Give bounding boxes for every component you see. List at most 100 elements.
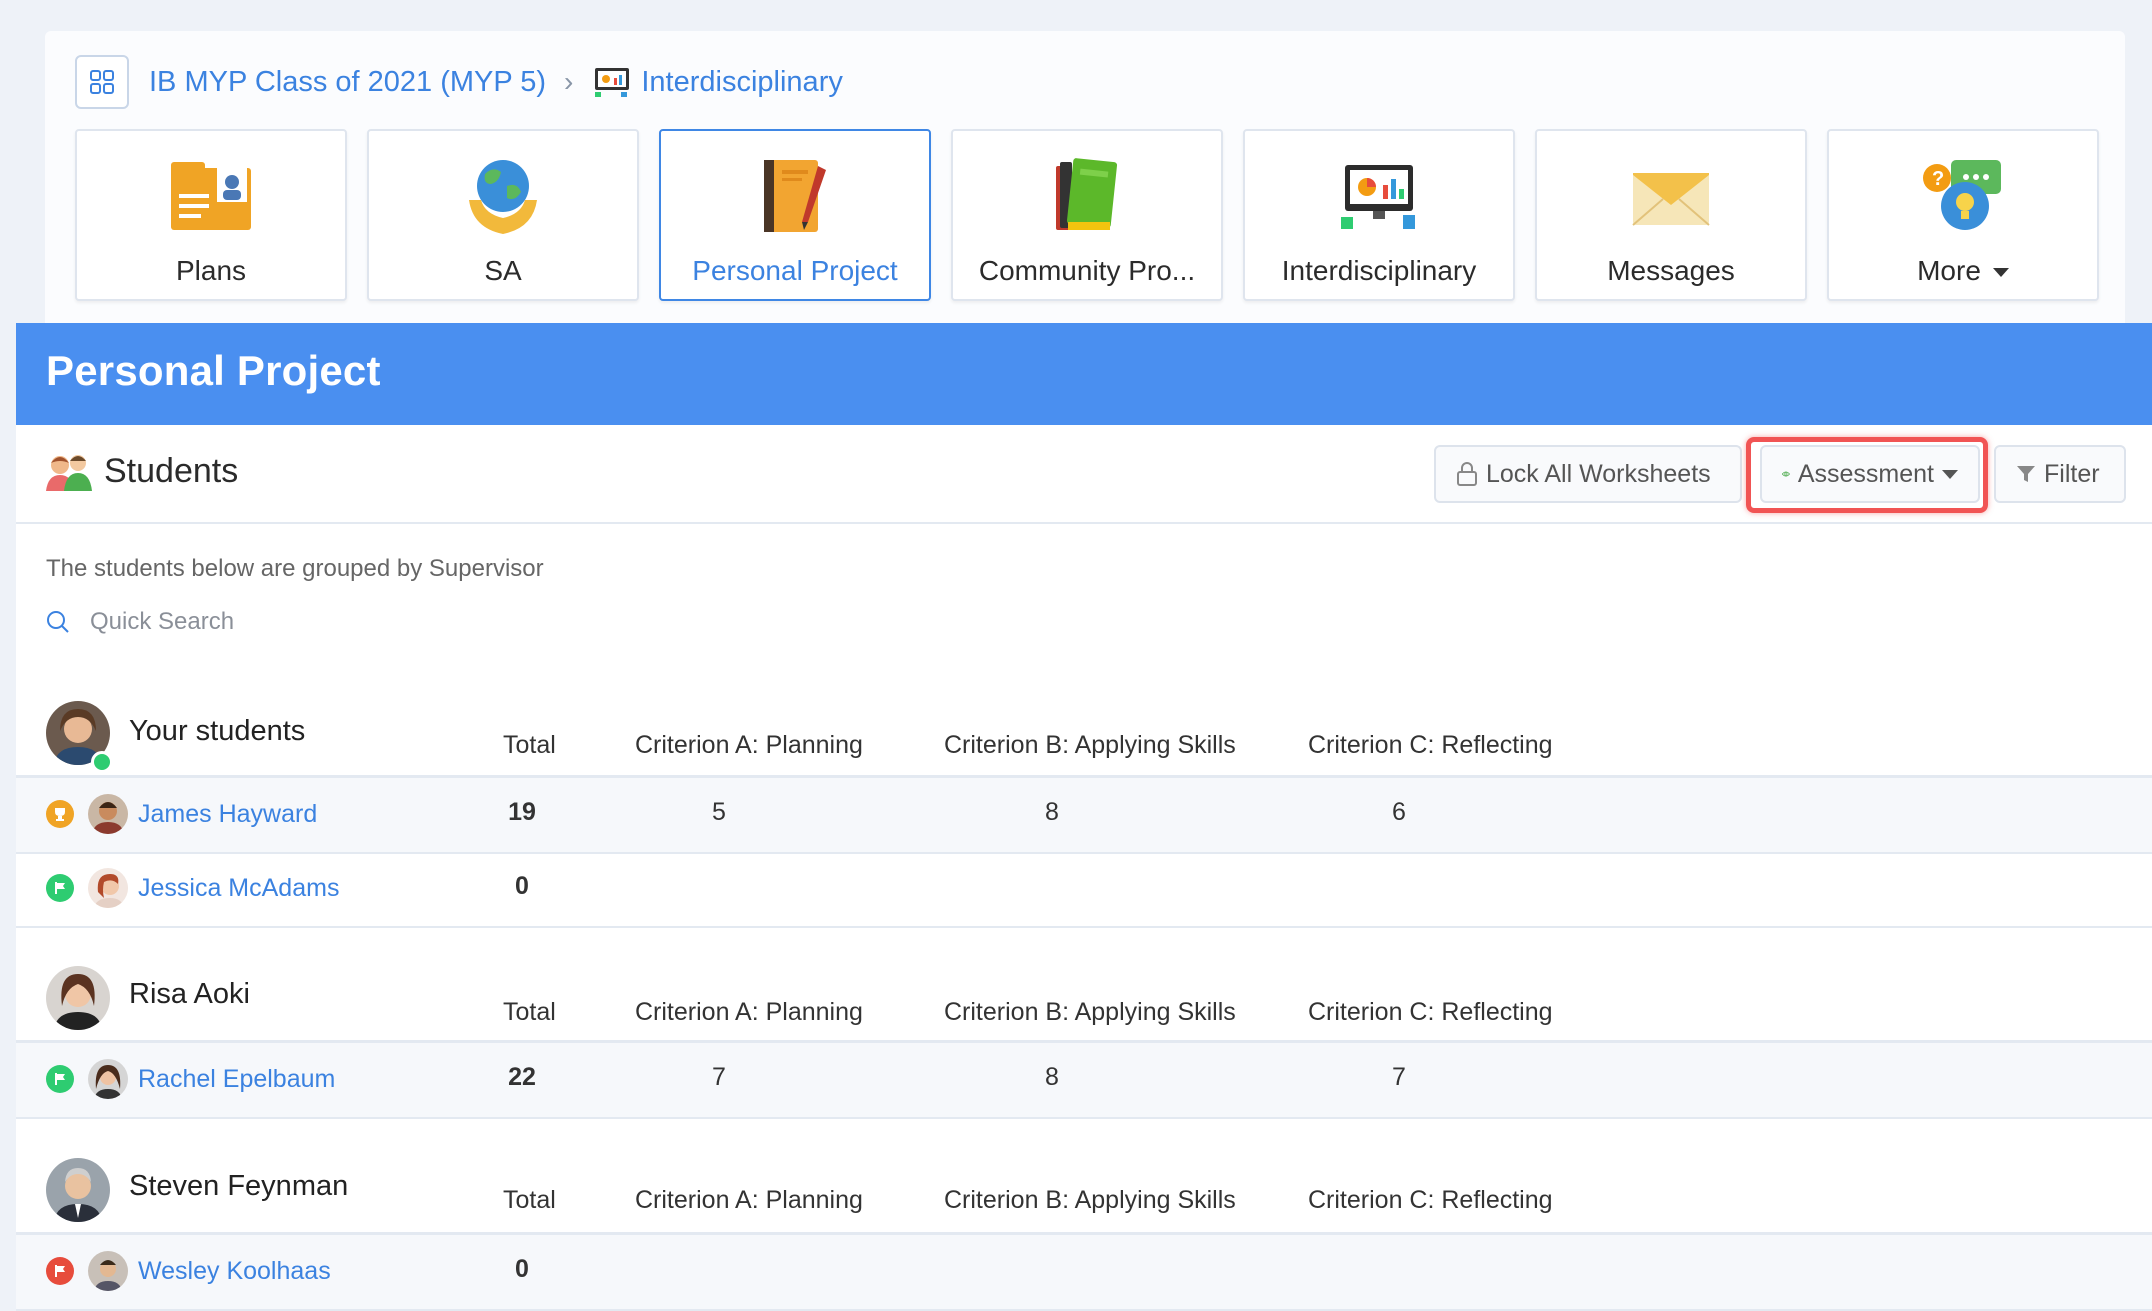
criterion-b-score: 8 bbox=[1045, 798, 1059, 826]
page-header-bar: Personal Project bbox=[16, 323, 2152, 425]
tile-label: SA bbox=[484, 255, 522, 286]
criterion-a-score: 5 bbox=[712, 798, 726, 826]
total-score: 0 bbox=[515, 872, 529, 900]
criterion-c-score: 6 bbox=[1392, 798, 1406, 826]
chevron-right-icon: › bbox=[564, 66, 574, 97]
online-status-dot bbox=[91, 751, 113, 773]
grouping-note: The students below are grouped by Superv… bbox=[46, 555, 544, 582]
total-score: 22 bbox=[508, 1063, 536, 1091]
student-name-link[interactable]: James Hayward bbox=[138, 800, 317, 829]
tile-label: Interdisciplinary bbox=[1281, 255, 1477, 286]
supervisor-name: Steven Feynman bbox=[129, 1170, 349, 1202]
books-icon bbox=[1044, 153, 1130, 239]
breadcrumb-current-link[interactable]: Interdisciplinary bbox=[641, 66, 842, 99]
tile-interdisciplinary[interactable]: Interdisciplinary bbox=[1243, 129, 1515, 301]
trophy-icon bbox=[46, 800, 74, 828]
supervisor-group-header: Risa Aoki Total Criterion A: Planning Cr… bbox=[16, 958, 2152, 1043]
table-row[interactable]: Wesley Koolhaas 0 bbox=[16, 1235, 2152, 1311]
criterion-c-score: 7 bbox=[1392, 1063, 1406, 1091]
tile-sa[interactable]: SA bbox=[367, 129, 639, 301]
column-criterion-b: Criterion B: Applying Skills bbox=[944, 998, 1236, 1026]
column-criterion-a: Criterion A: Planning bbox=[635, 1186, 863, 1214]
total-score: 0 bbox=[515, 1255, 529, 1283]
avatar bbox=[88, 1059, 128, 1099]
assessment-dropdown-button[interactable]: Assessment bbox=[1760, 445, 1980, 503]
avatar bbox=[46, 966, 110, 1030]
students-toolbar: Students Lock All Worksheets Assessment … bbox=[16, 425, 2152, 524]
supervisor-name: Risa Aoki bbox=[129, 978, 250, 1010]
avatar bbox=[88, 794, 128, 834]
filter-label: Filter bbox=[2044, 459, 2100, 488]
avatar bbox=[46, 1158, 110, 1222]
student-name-link[interactable]: Rachel Epelbaum bbox=[138, 1065, 335, 1094]
tile-label: Messages bbox=[1607, 255, 1735, 286]
caret-down-icon bbox=[1992, 268, 2009, 278]
lock-icon bbox=[1457, 462, 1477, 486]
column-criterion-c: Criterion C: Reflecting bbox=[1308, 1186, 1553, 1214]
column-criterion-c: Criterion C: Reflecting bbox=[1308, 998, 1553, 1026]
tile-plans[interactable]: Plans bbox=[75, 129, 347, 301]
table-row[interactable]: Jessica McAdams 0 bbox=[16, 852, 2152, 928]
avatar bbox=[88, 1251, 128, 1291]
column-criterion-b: Criterion B: Applying Skills bbox=[944, 1186, 1236, 1214]
flag-icon bbox=[46, 1065, 74, 1093]
tile-label: Plans bbox=[175, 255, 247, 286]
supervisor-group-header: Your students Total Criterion A: Plannin… bbox=[16, 693, 2152, 778]
monitor-chart-icon bbox=[595, 68, 630, 97]
grid-icon bbox=[90, 70, 114, 94]
caret-down-icon bbox=[1942, 469, 1958, 479]
student-name-link[interactable]: Jessica McAdams bbox=[138, 874, 339, 903]
quick-search bbox=[46, 607, 492, 637]
avatar bbox=[88, 868, 128, 908]
breadcrumb-class-link[interactable]: IB MYP Class of 2021 (MYP 5) bbox=[149, 66, 546, 99]
tile-more[interactable]: ? More bbox=[1827, 129, 2099, 301]
lock-all-worksheets-button[interactable]: Lock All Worksheets bbox=[1434, 445, 1742, 503]
apps-grid-button[interactable] bbox=[75, 55, 129, 109]
eye-icon bbox=[1782, 471, 1790, 477]
tile-label: More bbox=[1917, 255, 1981, 286]
tile-label: Community Pro... bbox=[978, 255, 1196, 286]
total-score: 19 bbox=[508, 798, 536, 826]
tile-label-with-caret: More bbox=[1917, 255, 2009, 287]
flag-icon bbox=[46, 874, 74, 902]
module-tiles: Plans SA Personal Project Community Pro.… bbox=[75, 129, 2099, 301]
supervisor-group-header: Steven Feynman Total Criterion A: Planni… bbox=[16, 1150, 2152, 1235]
students-heading: Students bbox=[46, 451, 238, 491]
assessment-label: Assessment bbox=[1797, 459, 1934, 488]
filter-button[interactable]: Filter bbox=[1994, 445, 2126, 503]
search-icon bbox=[47, 611, 69, 633]
class-nav-card: IB MYP Class of 2021 (MYP 5) › Interdisc… bbox=[45, 31, 2125, 331]
search-input[interactable] bbox=[88, 607, 492, 637]
page-title: Personal Project bbox=[46, 347, 381, 394]
column-total: Total bbox=[503, 998, 556, 1026]
tile-label: Personal Project bbox=[692, 255, 898, 286]
column-criterion-b: Criterion B: Applying Skills bbox=[944, 731, 1236, 759]
tile-personal-project[interactable]: Personal Project bbox=[659, 129, 931, 301]
column-total: Total bbox=[503, 731, 556, 759]
table-row[interactable]: James Hayward 19 5 8 6 bbox=[16, 778, 2152, 854]
notebook-icon bbox=[752, 153, 838, 239]
envelope-icon bbox=[1628, 153, 1714, 239]
column-criterion-c: Criterion C: Reflecting bbox=[1308, 731, 1553, 759]
criterion-a-score: 7 bbox=[712, 1063, 726, 1091]
breadcrumb: IB MYP Class of 2021 (MYP 5) › Interdisc… bbox=[75, 55, 843, 109]
plans-folder-icon bbox=[168, 153, 254, 239]
criterion-b-score: 8 bbox=[1045, 1063, 1059, 1091]
students-icon bbox=[46, 455, 92, 491]
tile-messages[interactable]: Messages bbox=[1535, 129, 1807, 301]
students-title: Students bbox=[104, 451, 239, 490]
column-criterion-a: Criterion A: Planning bbox=[635, 731, 863, 759]
flag-icon bbox=[46, 1257, 74, 1285]
globe-hands-icon bbox=[460, 153, 546, 239]
students-panel: Students Lock All Worksheets Assessment … bbox=[16, 425, 2152, 1311]
chat-bubbles-icon: ? bbox=[1920, 153, 2006, 239]
column-criterion-a: Criterion A: Planning bbox=[635, 998, 863, 1026]
filter-icon bbox=[2017, 466, 2035, 482]
svg-text:?: ? bbox=[1932, 168, 1944, 190]
lock-all-worksheets-label: Lock All Worksheets bbox=[1486, 459, 1711, 488]
tile-community-project[interactable]: Community Pro... bbox=[951, 129, 1223, 301]
supervisor-name: Your students bbox=[129, 715, 306, 747]
column-total: Total bbox=[503, 1186, 556, 1214]
monitor-chart-icon bbox=[1336, 153, 1422, 239]
table-row[interactable]: Rachel Epelbaum 22 7 8 7 bbox=[16, 1043, 2152, 1119]
